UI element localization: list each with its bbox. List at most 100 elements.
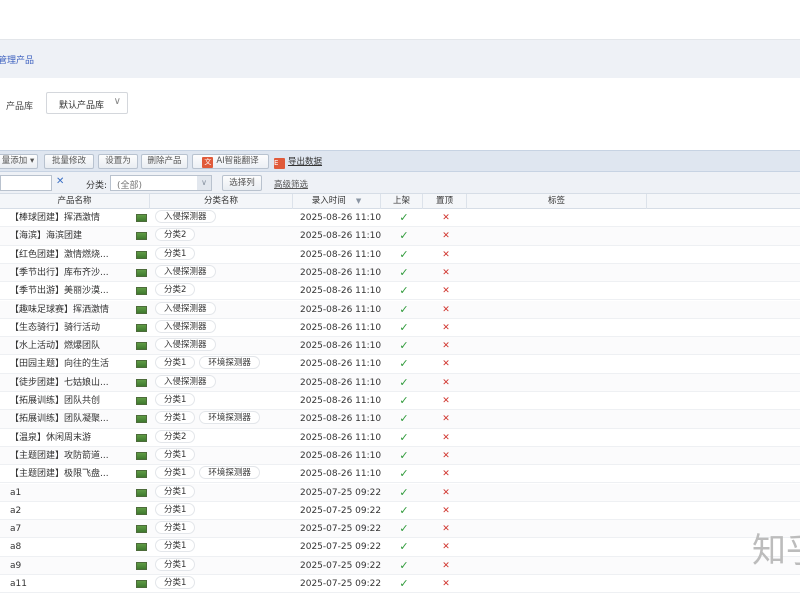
check-icon[interactable]: ✓ [397,557,411,575]
table-row[interactable]: a2 分类1 2025-07-25 09:22 ✓ ✕ [0,502,800,521]
library-select[interactable]: 默认产品库 ∨ [46,92,128,114]
cross-icon[interactable]: ✕ [440,282,452,300]
set-as-button[interactable]: 设置为 [98,154,138,169]
clear-icon[interactable]: ✕ [56,176,64,187]
image-icon[interactable] [136,397,148,405]
image-icon[interactable] [136,506,148,515]
export-link[interactable]: E 导出数据 [274,155,322,169]
table-row[interactable]: 【红色团建】激情燃烧... 分类1 2025-08-26 11:10 ✓ ✕ [0,246,800,264]
product-name[interactable]: a2 [10,502,130,520]
cross-icon[interactable]: ✕ [440,227,452,245]
cross-icon[interactable]: ✕ [440,392,452,410]
col-header-on-shelf[interactable]: 上架 [381,194,423,209]
breadcrumb[interactable]: 管理产品 [0,53,34,66]
cross-icon[interactable]: ✕ [440,264,452,282]
check-icon[interactable]: ✓ [397,502,411,520]
ai-translate-button[interactable]: 文 AI智能翻译 [192,154,269,169]
image-icon[interactable] [136,378,148,387]
cross-icon[interactable]: ✕ [440,557,452,575]
table-row[interactable]: 【棒球团建】挥洒激情 入侵探测器 2025-08-26 11:10 ✓ ✕ [0,209,800,228]
search-input[interactable] [0,175,52,191]
table-row[interactable]: 【拓展训练】团队凝聚... 分类1 环境探测器 2025-08-26 11:10 ✓ ✕ [0,410,800,429]
cross-icon[interactable]: ✕ [440,520,452,538]
image-icon[interactable] [136,232,148,241]
cross-icon[interactable]: ✕ [440,337,452,355]
cross-icon[interactable]: ✕ [440,301,452,319]
cross-icon[interactable]: ✕ [440,538,452,556]
table-row[interactable]: 【生态骑行】骑行活动 入侵探测器 2025-08-26 11:10 ✓ ✕ [0,319,800,338]
image-icon[interactable] [136,305,148,314]
cross-icon[interactable]: ✕ [440,246,452,264]
image-icon[interactable] [136,580,148,588]
image-icon[interactable] [136,287,148,296]
check-icon[interactable]: ✓ [397,374,411,392]
table-row[interactable]: 【海滨】海滨团建 分类2 2025-08-26 11:10 ✓ ✕ [0,227,800,246]
image-icon[interactable] [136,268,148,277]
cross-icon[interactable]: ✕ [440,319,452,337]
cross-icon[interactable]: ✕ [440,502,452,520]
check-icon[interactable]: ✓ [397,429,411,447]
col-header-tags[interactable]: 标签 [467,194,647,209]
check-icon[interactable]: ✓ [397,301,411,319]
check-icon[interactable]: ✓ [397,282,411,300]
image-icon[interactable] [136,214,148,222]
product-name[interactable]: 【季节出行】库布齐沙... [10,264,130,282]
batch-edit-button[interactable]: 批量修改 [44,154,94,169]
category-filter-select[interactable]: (全部) ∨ [110,175,212,191]
cross-icon[interactable]: ✕ [440,429,452,447]
table-row[interactable]: 【主题团建】极限飞盘... 分类1 环境探测器 2025-08-26 11:10 ✓ ✕ [0,465,800,484]
cross-icon[interactable]: ✕ [440,575,452,593]
table-row[interactable]: 【季节出游】美丽沙漠... 分类2 2025-08-26 11:10 ✓ ✕ [0,282,800,301]
product-name[interactable]: 【红色团建】激情燃烧... [10,246,130,264]
table-row[interactable]: a9 分类1 2025-07-25 09:22 ✓ ✕ [0,556,800,575]
product-name[interactable]: 【徒步团建】七姑娘山... [10,374,130,392]
table-row[interactable]: a8 分类1 2025-07-25 09:22 ✓ ✕ [0,538,800,557]
cross-icon[interactable]: ✕ [440,209,452,227]
check-icon[interactable]: ✓ [397,465,411,483]
table-row[interactable]: 【田园主题】向往的生活 分类1 环境探测器 2025-08-26 11:10 ✓ ✕ [0,355,800,374]
image-icon[interactable] [136,470,148,479]
col-header-category[interactable]: 分类名称 [150,194,293,209]
cross-icon[interactable]: ✕ [440,447,452,465]
product-name[interactable]: a1 [10,484,130,502]
check-icon[interactable]: ✓ [397,410,411,428]
table-row[interactable]: a7 分类1 2025-07-25 09:22 ✓ ✕ [0,520,800,539]
check-icon[interactable]: ✓ [397,227,411,245]
check-icon[interactable]: ✓ [397,447,411,465]
cross-icon[interactable]: ✕ [440,410,452,428]
col-header-time[interactable]: 录入时间 ▼ [293,194,381,209]
image-icon[interactable] [136,451,148,460]
product-name[interactable]: a8 [10,538,130,556]
product-name[interactable]: 【生态骑行】骑行活动 [10,319,130,337]
product-name[interactable]: 【田园主题】向往的生活 [10,355,130,373]
table-row[interactable]: 【趣味足球赛】挥洒激情 入侵探测器 2025-08-26 11:10 ✓ ✕ [0,300,800,319]
image-icon[interactable] [136,433,148,442]
delete-button[interactable]: 删除产品 [141,154,188,169]
image-icon[interactable] [136,250,148,259]
product-name[interactable]: 【棒球团建】挥洒激情 [10,209,130,227]
product-name[interactable]: 【主题团建】攻防箭道... [10,447,130,465]
advanced-filter-link[interactable]: 高级筛选 [274,178,308,190]
cross-icon[interactable]: ✕ [440,484,452,502]
col-header-pinned[interactable]: 置顶 [423,194,467,209]
check-icon[interactable]: ✓ [397,319,411,337]
product-name[interactable]: 【拓展训练】团队共创 [10,392,130,410]
product-name[interactable]: 【温泉】休闲周末游 [10,429,130,447]
check-icon[interactable]: ✓ [397,575,411,593]
product-name[interactable]: 【水上活动】燃爆团队 [10,337,130,355]
check-icon[interactable]: ✓ [397,246,411,264]
image-icon[interactable] [136,360,148,369]
image-icon[interactable] [136,543,148,552]
product-name[interactable]: a9 [10,557,130,575]
check-icon[interactable]: ✓ [397,209,411,227]
table-row[interactable]: 【主题团建】攻防箭道... 分类1 2025-08-26 11:10 ✓ ✕ [0,446,800,466]
product-name[interactable]: 【主题团建】极限飞盘... [10,465,130,483]
check-icon[interactable]: ✓ [397,520,411,538]
product-name[interactable]: a7 [10,520,130,538]
check-icon[interactable]: ✓ [397,264,411,282]
check-icon[interactable]: ✓ [397,538,411,556]
table-row[interactable]: 【拓展训练】团队共创 分类1 2025-08-26 11:10 ✓ ✕ [0,392,800,411]
product-name[interactable]: 【趣味足球赛】挥洒激情 [10,301,130,319]
cross-icon[interactable]: ✕ [440,355,452,373]
image-icon[interactable] [136,525,148,534]
